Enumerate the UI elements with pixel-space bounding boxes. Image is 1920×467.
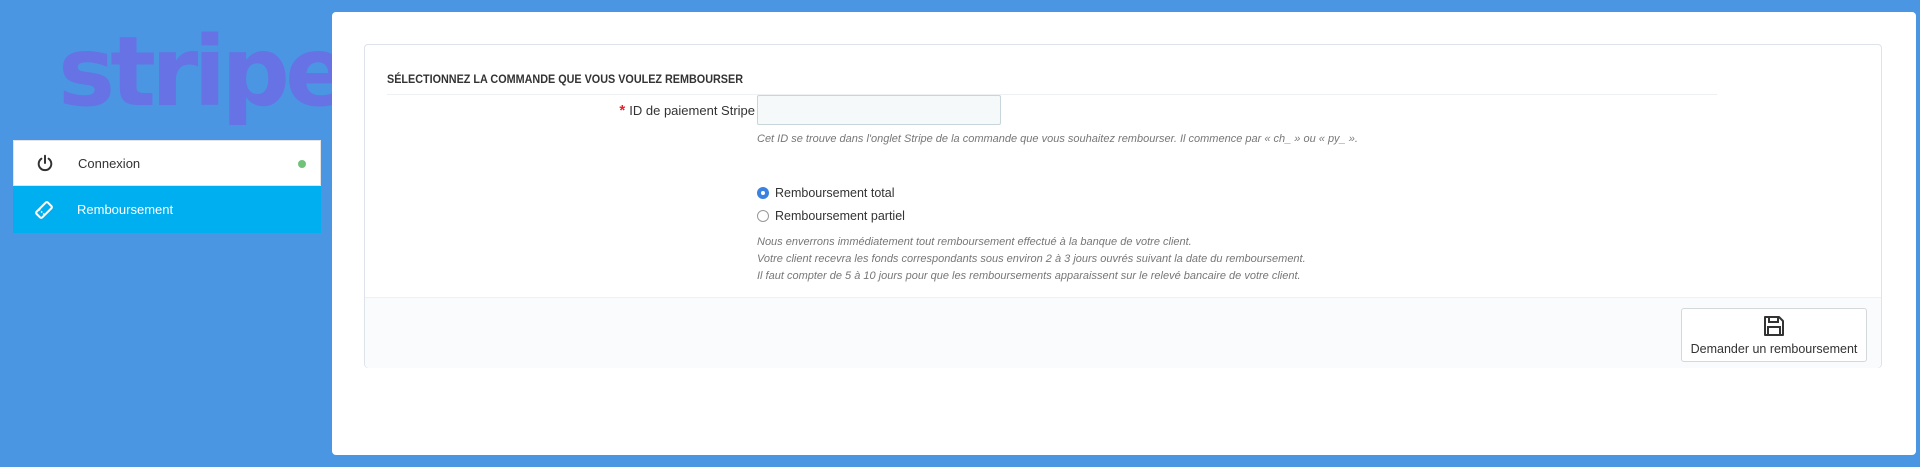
panel-heading: Sélectionnez la commande que vous voulez… [387, 72, 1718, 95]
sidebar-nav: Connexion Remboursement [13, 140, 321, 233]
request-refund-label: Demander un remboursement [1690, 342, 1858, 356]
payment-id-label-text: ID de paiement Stripe [629, 103, 755, 118]
nav-item-connexion[interactable]: Connexion [13, 140, 321, 186]
required-mark: * [619, 102, 626, 119]
connection-status-indicator [298, 160, 306, 168]
payment-id-label: * ID de paiement Stripe [545, 102, 755, 119]
refund-total-label: Remboursement total [775, 186, 895, 200]
stripe-logo: stripe [58, 16, 350, 128]
main-content: Sélectionnez la commande que vous voulez… [332, 12, 1916, 455]
power-icon [34, 152, 56, 174]
nav-item-label: Remboursement [77, 202, 174, 217]
nav-item-remboursement[interactable]: Remboursement [13, 186, 321, 233]
refund-form-panel: Sélectionnez la commande que vous voulez… [364, 44, 1882, 368]
refund-note: Il faut compter de 5 à 10 jours pour que… [757, 270, 1301, 282]
refund-partial-radio[interactable] [757, 210, 769, 222]
panel-footer: Demander un remboursement [365, 297, 1881, 368]
refund-note: Nous enverrons immédiatement tout rembou… [757, 236, 1192, 248]
refund-note: Votre client recevra les fonds correspon… [757, 253, 1306, 265]
request-refund-button[interactable]: Demander un remboursement [1681, 308, 1867, 362]
payment-id-help: Cet ID se trouve dans l'onglet Stripe de… [757, 133, 1358, 145]
nav-item-label: Connexion [78, 155, 141, 171]
ticket-icon [33, 199, 55, 221]
payment-id-input[interactable] [757, 95, 1001, 125]
refund-total-option[interactable]: Remboursement total [757, 186, 895, 200]
refund-partial-label: Remboursement partiel [775, 209, 905, 223]
save-icon [1762, 314, 1786, 338]
refund-partial-option[interactable]: Remboursement partiel [757, 209, 905, 223]
refund-total-radio[interactable] [757, 187, 769, 199]
